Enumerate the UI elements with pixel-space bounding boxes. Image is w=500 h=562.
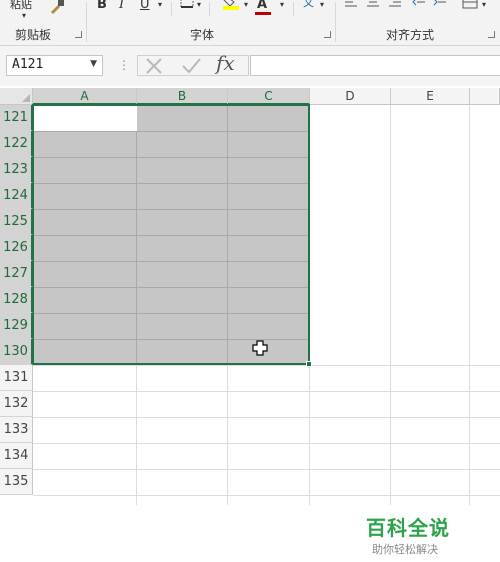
row-header-133[interactable]: 133 <box>0 417 33 443</box>
watermark-title: 百科全说 <box>366 516 450 540</box>
formula-input[interactable] <box>250 55 500 76</box>
paste-dropdown-icon[interactable]: ▾ <box>22 7 26 25</box>
row-header-125[interactable]: 125 <box>0 209 33 235</box>
font-group-label: 字体 <box>190 28 215 42</box>
name-box-value: A121 <box>12 57 44 72</box>
gridline <box>33 391 500 392</box>
underline-dropdown-icon[interactable]: ▾ <box>158 0 162 14</box>
gridline <box>33 495 500 496</box>
border-icon[interactable] <box>180 0 194 12</box>
clipboard-group-label: 剪贴板 <box>15 28 52 42</box>
row-header-135[interactable]: 135 <box>0 469 33 495</box>
row-header-123[interactable]: 123 <box>0 157 33 183</box>
name-box[interactable]: A121 ▼ <box>6 55 103 76</box>
gridline <box>390 105 391 505</box>
insert-function-button[interactable]: fx <box>216 51 235 75</box>
row-header-126[interactable]: 126 <box>0 235 33 261</box>
border-dropdown-icon[interactable]: ▾ <box>197 0 201 14</box>
font-color-swatch <box>255 12 271 15</box>
select-all-triangle-icon <box>22 94 30 102</box>
cancel-icon[interactable] <box>139 50 169 80</box>
alignment-launcher-icon[interactable] <box>488 31 495 38</box>
gridline <box>33 365 500 366</box>
column-header-c[interactable]: C <box>228 88 310 105</box>
bold-button[interactable]: B <box>97 0 107 14</box>
spreadsheet-grid: A B C D E 121 122 123 124 125 126 127 12… <box>0 88 500 562</box>
column-header-a[interactable]: A <box>33 88 137 105</box>
fill-color-icon[interactable] <box>222 0 240 12</box>
align-right-icon[interactable] <box>388 0 402 14</box>
gridline <box>469 105 470 505</box>
ribbon-separator <box>171 2 172 16</box>
gridline <box>33 469 500 470</box>
row-header-131[interactable]: 131 <box>0 365 33 391</box>
column-header-e[interactable]: E <box>391 88 470 105</box>
column-header-b[interactable]: B <box>137 88 228 105</box>
watermark-subtitle: 助你轻松解决 <box>372 543 438 556</box>
selection-border <box>32 104 310 365</box>
formula-bar: A121 ▼ ⋮ fx <box>0 46 500 86</box>
gridline <box>33 443 500 444</box>
phonetic-dropdown-icon[interactable]: ▾ <box>320 0 324 14</box>
select-all-button[interactable] <box>0 88 33 105</box>
enter-check-icon[interactable] <box>176 50 206 80</box>
paste-button[interactable]: 粘贴 <box>10 0 32 14</box>
row-header-121[interactable]: 121 <box>0 105 33 131</box>
ribbon-separator <box>293 2 294 16</box>
underline-button[interactable]: U <box>140 0 150 14</box>
ribbon-separator <box>335 2 336 42</box>
watermark: 百科全说 助你轻松解决 <box>352 506 470 562</box>
cell-select-cursor-icon <box>252 340 268 356</box>
ribbon-separator <box>86 2 87 42</box>
alignment-group-label: 对齐方式 <box>386 28 435 42</box>
row-header-128[interactable]: 128 <box>0 287 33 313</box>
row-header-122[interactable]: 122 <box>0 131 33 157</box>
row-header-127[interactable]: 127 <box>0 261 33 287</box>
row-header-134[interactable]: 134 <box>0 443 33 469</box>
row-header-124[interactable]: 124 <box>0 183 33 209</box>
merge-center-icon[interactable] <box>462 0 478 13</box>
formula-bar-grip-icon[interactable]: ⋮ <box>118 58 130 72</box>
increase-indent-icon[interactable] <box>433 0 447 14</box>
align-center-icon[interactable] <box>366 0 380 14</box>
fill-handle[interactable] <box>306 361 312 367</box>
column-header-f[interactable] <box>470 88 500 105</box>
align-left-icon[interactable] <box>344 0 358 14</box>
row-header-130[interactable]: 130 <box>0 339 33 365</box>
row-header-129[interactable]: 129 <box>0 313 33 339</box>
italic-button[interactable]: I <box>119 0 124 14</box>
phonetic-icon[interactable]: 文 <box>303 0 314 12</box>
fill-color-dropdown-icon[interactable]: ▾ <box>244 0 248 14</box>
gridline <box>33 417 500 418</box>
decrease-indent-icon[interactable] <box>412 0 426 14</box>
name-box-dropdown-icon[interactable]: ▼ <box>90 59 97 69</box>
font-color-dropdown-icon[interactable]: ▾ <box>280 0 284 14</box>
font-launcher-icon[interactable] <box>324 31 331 38</box>
ribbon: 粘贴 ▾ B I U ▾ ▾ ▾ A ▾ 文 ▾ 剪贴板 字体 ▾ 对齐方式 <box>0 0 500 46</box>
merge-dropdown-icon[interactable]: ▾ <box>482 0 486 14</box>
row-header-132[interactable]: 132 <box>0 391 33 417</box>
ribbon-separator <box>209 2 210 16</box>
format-painter-icon[interactable] <box>48 0 66 16</box>
column-header-d[interactable]: D <box>310 88 391 105</box>
clipboard-launcher-icon[interactable] <box>75 31 82 38</box>
